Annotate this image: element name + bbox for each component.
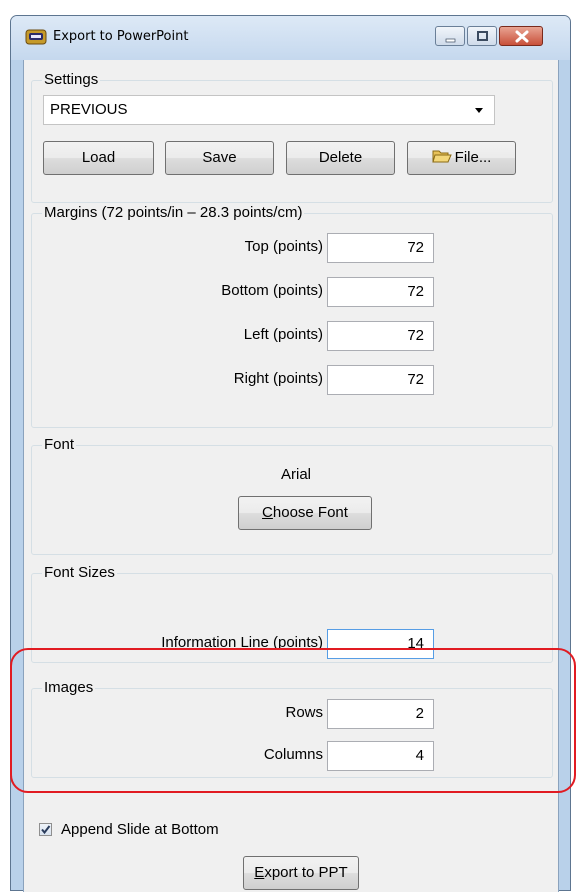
export-to-ppt-button[interactable]: Export to PPT [243,856,359,890]
settings-group: Settings PREVIOUS Load Save Delete File.… [31,71,553,203]
left-margin-input[interactable]: 72 [327,321,434,351]
images-highlight-annotation [10,648,576,793]
margins-group: Margins (72 points/in – 28.3 points/cm) … [31,204,553,428]
settings-selected-value: PREVIOUS [50,101,128,118]
append-slide-label[interactable]: Append Slide at Bottom [61,821,219,838]
top-margin-label: Top (points) [244,238,323,255]
file-button[interactable]: File... [407,141,516,175]
title-bar[interactable]: Export to PowerPoint [11,16,570,60]
margins-group-label: Margins (72 points/in – 28.3 points/cm) [42,204,305,221]
right-margin-label: Right (points) [233,370,323,387]
folder-icon [431,150,452,163]
file-button-label: File... [454,149,492,166]
font-group-label: Font [42,436,77,453]
left-margin-label: Left (points) [243,326,323,343]
export-dialog-window: Export to PowerPoint Settings PREVIOUS L… [10,15,576,892]
window-title: Export to PowerPoint [53,29,189,44]
bottom-margin-input[interactable]: 72 [327,277,434,307]
export-label: xport to PPT [264,864,348,881]
choose-font-mnemonic: C [262,504,273,521]
choose-font-button[interactable]: Choose Font [238,496,372,530]
maximize-icon [477,31,488,41]
minimize-button[interactable] [435,26,465,46]
app-icon [25,29,47,45]
close-button[interactable] [499,26,543,46]
checkmark-icon [41,825,51,835]
close-icon [515,30,529,43]
top-margin-input[interactable]: 72 [327,233,434,263]
delete-button[interactable]: Delete [286,141,395,175]
save-button[interactable]: Save [165,141,274,175]
font-group: Font Arial Choose Font [31,436,553,555]
append-slide-checkbox[interactable] [39,823,52,836]
minimize-icon [445,38,456,43]
font-sizes-group-label: Font Sizes [42,564,117,581]
load-button[interactable]: Load [43,141,154,175]
current-font-name: Arial [280,466,311,483]
right-margin-input[interactable]: 72 [327,365,434,395]
maximize-button[interactable] [467,26,497,46]
bottom-margin-label: Bottom (points) [221,282,323,299]
settings-group-label: Settings [42,71,101,88]
settings-dropdown[interactable]: PREVIOUS [43,95,495,125]
export-mnemonic: E [254,864,265,881]
choose-font-label: hoose Font [272,504,348,521]
chevron-down-icon [475,108,483,113]
dialog-client-area: Settings PREVIOUS Load Save Delete File.… [10,60,576,892]
